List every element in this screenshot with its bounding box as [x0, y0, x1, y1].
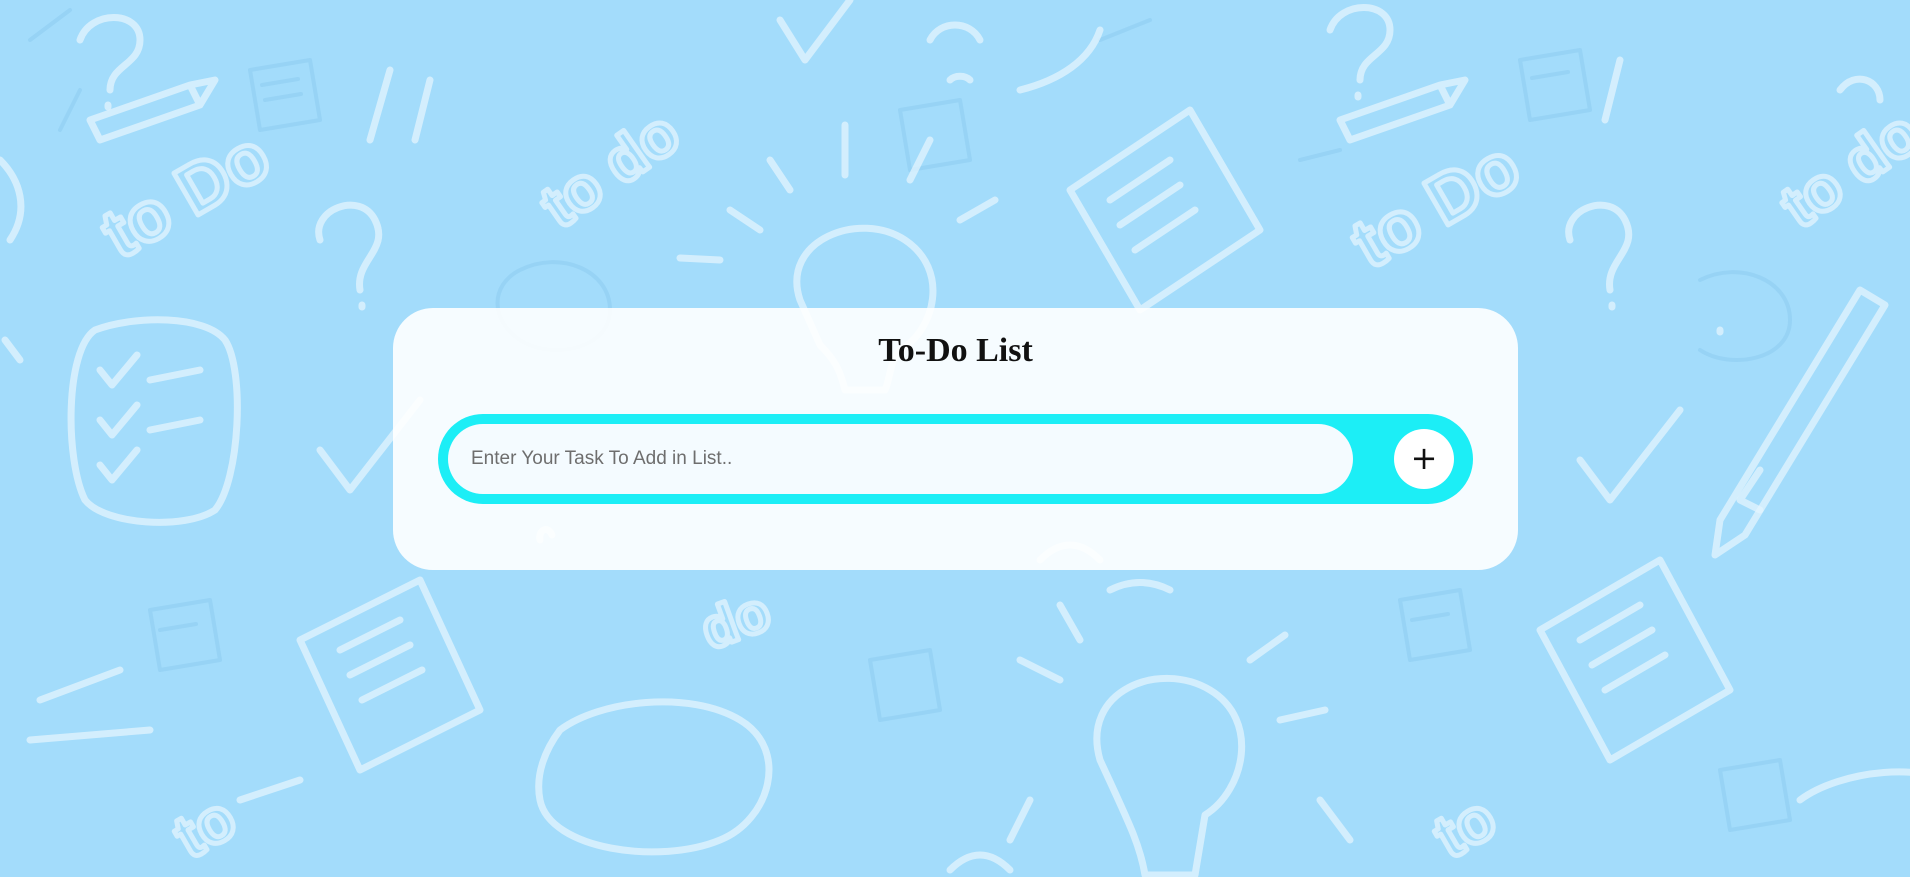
svg-text:to: to — [1423, 783, 1508, 872]
todo-card: To-Do List + — [393, 308, 1518, 570]
svg-text:to Do: to Do — [1339, 126, 1533, 283]
add-task-button[interactable]: + — [1394, 429, 1454, 489]
svg-text:to: to — [163, 783, 248, 872]
plus-icon: + — [1410, 439, 1438, 477]
svg-text:do: do — [693, 579, 779, 662]
task-input[interactable] — [448, 424, 1353, 494]
svg-text:to do: to do — [528, 98, 692, 241]
page-title: To-Do List — [878, 332, 1033, 369]
svg-text:to Do: to Do — [89, 116, 283, 273]
task-input-row: + — [438, 414, 1473, 504]
svg-text:to do: to do — [1768, 98, 1910, 241]
